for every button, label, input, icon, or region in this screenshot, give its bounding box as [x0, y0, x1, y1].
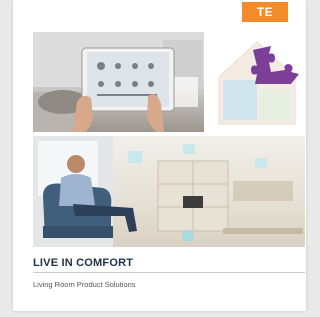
brochure-cover: TE LIVE IN COMFORT Living Room Product S…: [13, 0, 306, 311]
cover-subtitle: Living Room Product Solutions: [33, 280, 136, 289]
living-room-image: [33, 136, 305, 247]
puzzle-house-image: [209, 32, 305, 132]
title-divider: [33, 272, 305, 273]
te-logo: TE: [242, 2, 288, 22]
logo-text: TE: [256, 5, 274, 19]
cover-title: LIVE IN COMFORT: [33, 257, 134, 269]
tablet-smart-home-image: [33, 32, 204, 132]
